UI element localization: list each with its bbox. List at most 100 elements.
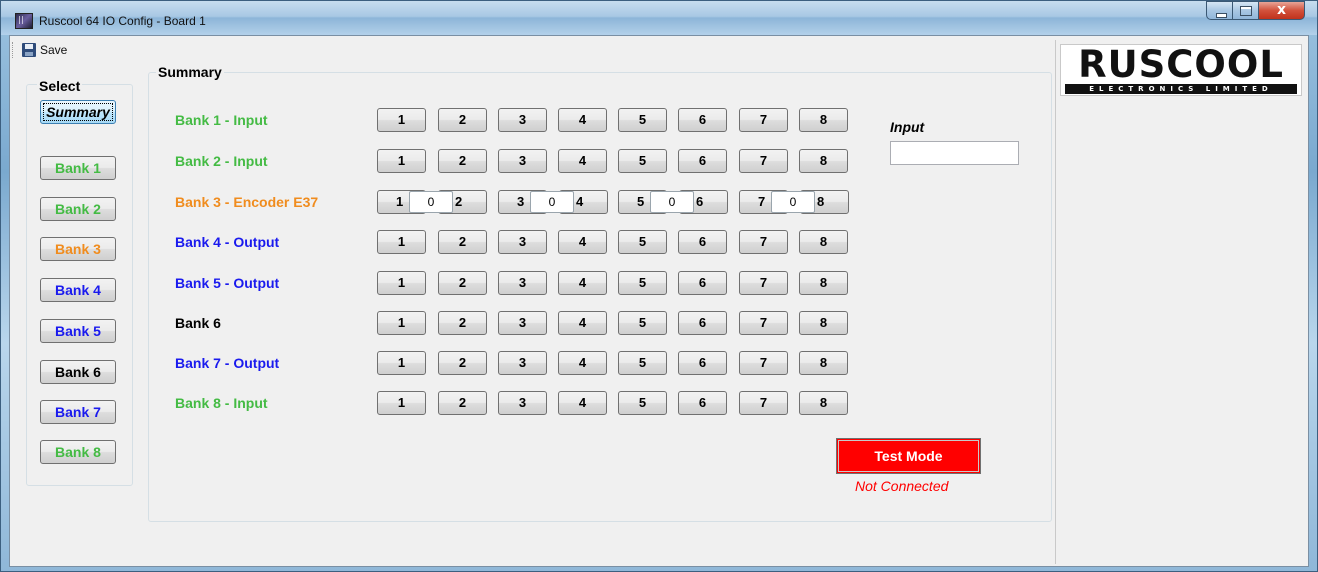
bank-2-channel-7-button[interactable]: 7 — [739, 149, 788, 173]
bank-7-channel-5-button[interactable]: 5 — [618, 351, 667, 375]
encoder-value-field[interactable]: 0 — [771, 191, 815, 213]
bank-7-channel-7-button[interactable]: 7 — [739, 351, 788, 375]
summary-legend: Summary — [156, 64, 224, 80]
bank-1-label: Bank 1 - Input — [175, 112, 268, 128]
connection-status: Not Connected — [855, 478, 949, 494]
encoder-value-field[interactable]: 0 — [650, 191, 694, 213]
select-summary-button[interactable]: Summary — [40, 100, 116, 124]
encoder-pair-2: 340 — [498, 190, 608, 214]
bank-6-channel-3-button[interactable]: 3 — [498, 311, 547, 335]
minimize-button[interactable] — [1206, 1, 1233, 20]
input-field[interactable] — [890, 141, 1019, 165]
bank-4-channel-3-button[interactable]: 3 — [498, 230, 547, 254]
bank-1-channel-5-button[interactable]: 5 — [618, 108, 667, 132]
bank-6-channel-4-button[interactable]: 4 — [558, 311, 607, 335]
bank-7-channel-3-button[interactable]: 3 — [498, 351, 547, 375]
bank-4-channel-6-button[interactable]: 6 — [678, 230, 727, 254]
close-button[interactable] — [1259, 1, 1305, 20]
bank-1-channel-4-button[interactable]: 4 — [558, 108, 607, 132]
bank-5-channel-5-button[interactable]: 5 — [618, 271, 667, 295]
bank-2-channel-4-button[interactable]: 4 — [558, 149, 607, 173]
app-window: Ruscool 64 IO Config - Board 1 Save Sele… — [0, 0, 1318, 572]
bank-2-label: Bank 2 - Input — [175, 153, 268, 169]
client-area: Save Select Summary Bank 1 Bank 2 Bank 3 Ban… — [9, 35, 1309, 567]
title-bar[interactable]: Ruscool 64 IO Config - Board 1 — [1, 1, 1317, 35]
bank-7-channel-6-button[interactable]: 6 — [678, 351, 727, 375]
bank-6-channel-7-button[interactable]: 7 — [739, 311, 788, 335]
bank-5-channel-1-button[interactable]: 1 — [377, 271, 426, 295]
bank-5-channel-8-button[interactable]: 8 — [799, 271, 848, 295]
toolbar-grip[interactable] — [12, 42, 16, 58]
bank-7-channel-8-button[interactable]: 8 — [799, 351, 848, 375]
bank-3-label: Bank 3 - Encoder E37 — [175, 194, 319, 210]
bank-8-channel-7-button[interactable]: 7 — [739, 391, 788, 415]
bank-6-channel-1-button[interactable]: 1 — [377, 311, 426, 335]
test-mode-button[interactable]: Test Mode — [836, 438, 981, 474]
bank-6-channel-6-button[interactable]: 6 — [678, 311, 727, 335]
bank-1-channel-7-button[interactable]: 7 — [739, 108, 788, 132]
bank-4-channel-1-button[interactable]: 1 — [377, 230, 426, 254]
bank-5-channel-7-button[interactable]: 7 — [739, 271, 788, 295]
bank-2-channel-3-button[interactable]: 3 — [498, 149, 547, 173]
bank-8-channel-4-button[interactable]: 4 — [558, 391, 607, 415]
toolbar: Save — [12, 39, 67, 61]
bank-5-channel-6-button[interactable]: 6 — [678, 271, 727, 295]
bank-7-channel-4-button[interactable]: 4 — [558, 351, 607, 375]
bank-6-channel-5-button[interactable]: 5 — [618, 311, 667, 335]
bank-1-channel-8-button[interactable]: 8 — [799, 108, 848, 132]
bank-2-channel-1-button[interactable]: 1 — [377, 149, 426, 173]
bank-8-channel-6-button[interactable]: 6 — [678, 391, 727, 415]
logo-subtitle: ELECTRONICS LIMITED — [1065, 84, 1297, 94]
ruscool-logo: RUSCOOL ELECTRONICS LIMITED — [1060, 44, 1302, 96]
bank-6-channel-8-button[interactable]: 8 — [799, 311, 848, 335]
encoder-pair-3: 560 — [618, 190, 728, 214]
save-label: Save — [40, 43, 68, 57]
bank-8-channel-2-button[interactable]: 2 — [438, 391, 487, 415]
select-bank-2-button[interactable]: Bank 2 — [40, 197, 116, 221]
encoder-value-field[interactable]: 0 — [530, 191, 574, 213]
bank-1-channel-3-button[interactable]: 3 — [498, 108, 547, 132]
encoder-value-field[interactable]: 0 — [409, 191, 453, 213]
bank-7-channel-1-button[interactable]: 1 — [377, 351, 426, 375]
select-bank-3-button[interactable]: Bank 3 — [40, 237, 116, 261]
bank-4-channel-5-button[interactable]: 5 — [618, 230, 667, 254]
bank-8-channel-5-button[interactable]: 5 — [618, 391, 667, 415]
window-controls — [1206, 1, 1305, 20]
select-bank-4-button[interactable]: Bank 4 — [40, 278, 116, 302]
encoder-pair-4: 780 — [739, 190, 849, 214]
bank-8-channel-1-button[interactable]: 1 — [377, 391, 426, 415]
select-bank-6-button[interactable]: Bank 6 — [40, 360, 116, 384]
logo-panel — [1055, 40, 1310, 564]
bank-7-label: Bank 7 - Output — [175, 355, 280, 371]
maximize-button[interactable] — [1233, 1, 1259, 20]
bank-8-channel-3-button[interactable]: 3 — [498, 391, 547, 415]
bank-4-channel-2-button[interactable]: 2 — [438, 230, 487, 254]
bank-6-channel-2-button[interactable]: 2 — [438, 311, 487, 335]
bank-2-channel-5-button[interactable]: 5 — [618, 149, 667, 173]
bank-7-channel-2-button[interactable]: 2 — [438, 351, 487, 375]
bank-2-channel-8-button[interactable]: 8 — [799, 149, 848, 173]
bank-5-label: Bank 5 - Output — [175, 275, 280, 291]
bank-4-channel-8-button[interactable]: 8 — [799, 230, 848, 254]
bank-6-label: Bank 6 — [175, 315, 221, 331]
bank-5-channel-4-button[interactable]: 4 — [558, 271, 607, 295]
select-legend: Select — [37, 78, 83, 94]
bank-5-channel-3-button[interactable]: 3 — [498, 271, 547, 295]
bank-2-channel-2-button[interactable]: 2 — [438, 149, 487, 173]
select-bank-8-button[interactable]: Bank 8 — [40, 440, 116, 464]
bank-1-channel-2-button[interactable]: 2 — [438, 108, 487, 132]
bank-2-channel-6-button[interactable]: 6 — [678, 149, 727, 173]
bank-5-channel-2-button[interactable]: 2 — [438, 271, 487, 295]
save-button[interactable]: Save — [22, 43, 67, 57]
select-bank-5-button[interactable]: Bank 5 — [40, 319, 116, 343]
app-icon — [15, 13, 33, 29]
bank-8-label: Bank 8 - Input — [175, 395, 268, 411]
bank-1-channel-1-button[interactable]: 1 — [377, 108, 426, 132]
bank-4-channel-7-button[interactable]: 7 — [739, 230, 788, 254]
select-bank-1-button[interactable]: Bank 1 — [40, 156, 116, 180]
bank-4-channel-4-button[interactable]: 4 — [558, 230, 607, 254]
input-label: Input — [890, 119, 925, 135]
bank-8-channel-8-button[interactable]: 8 — [799, 391, 848, 415]
bank-1-channel-6-button[interactable]: 6 — [678, 108, 727, 132]
select-bank-7-button[interactable]: Bank 7 — [40, 400, 116, 424]
